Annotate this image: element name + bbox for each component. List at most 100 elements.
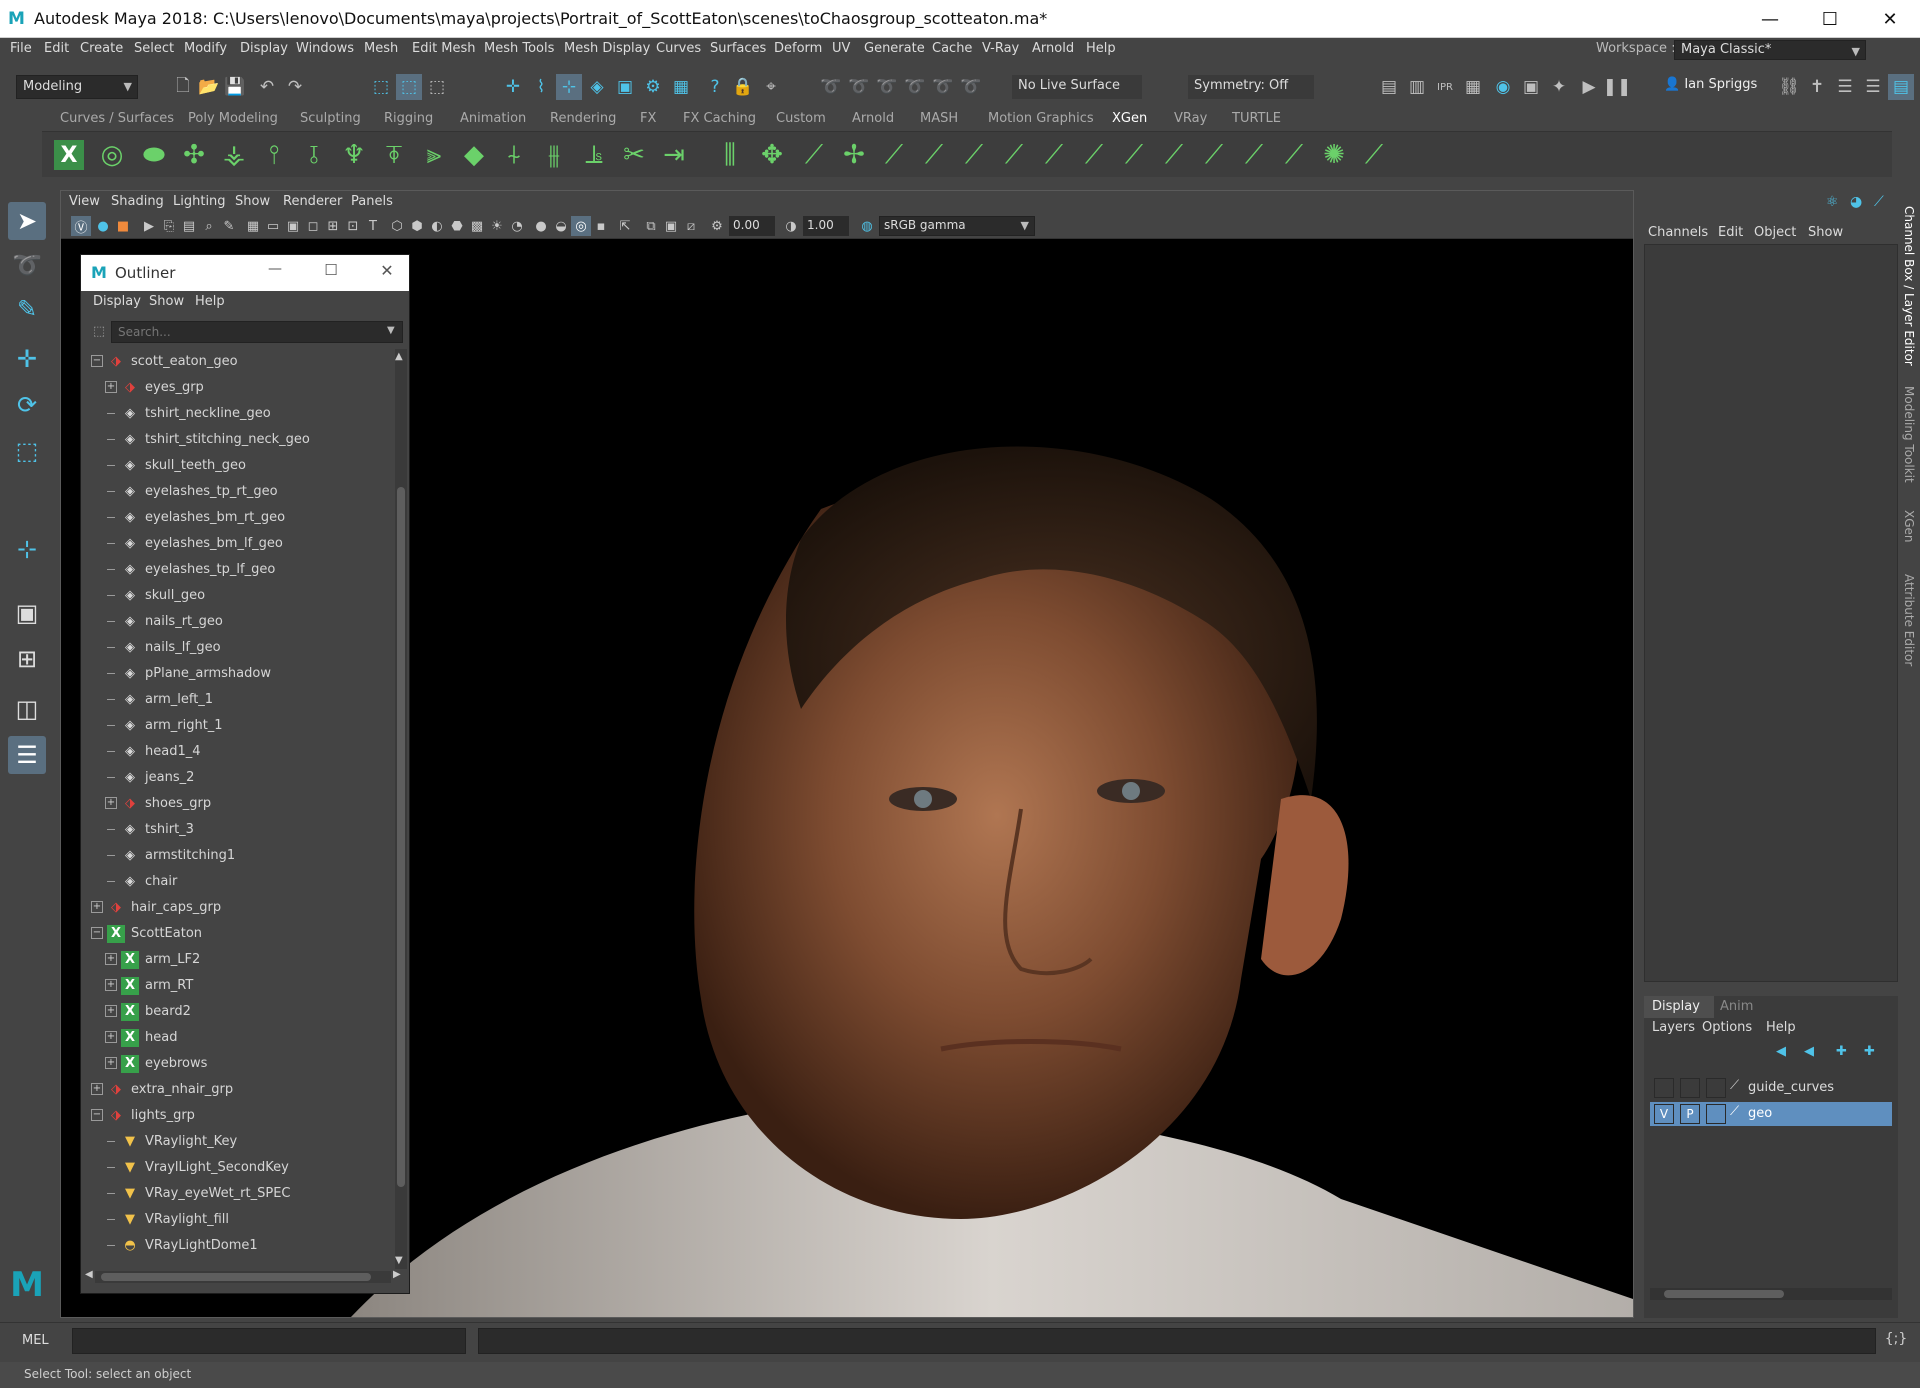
outliner-window[interactable]: M Outliner — ☐ ✕ Display Show Help ⬚ ▼ −… (80, 254, 410, 1294)
scale-tool-icon[interactable]: ⬚ (8, 432, 46, 470)
shelf-tab-animation[interactable]: Animation (460, 111, 526, 126)
snap-point-icon[interactable]: ⊹ (556, 74, 582, 100)
xgen-description-icon[interactable]: ⬬ (136, 137, 172, 173)
rotate-tool-icon[interactable]: ⟳ (8, 386, 46, 424)
xgen-freeze-brush-icon[interactable]: ⟋ (1156, 137, 1192, 173)
xgen-guide-icon[interactable]: ⫱ (296, 137, 332, 173)
viewport-menu-renderer[interactable]: Renderer (283, 194, 342, 209)
xgen-lock-guide-icon[interactable]: ⍕ (376, 137, 412, 173)
xgen-width-brush-icon[interactable]: ⟋ (1236, 137, 1272, 173)
menu-help[interactable]: Help (1086, 41, 1116, 56)
anti-aliasing-icon[interactable]: ◒ (551, 216, 571, 236)
menu-edit-mesh[interactable]: Edit Mesh (412, 41, 476, 56)
shelf-tab-curves-surfaces[interactable]: Curves / Surfaces (60, 111, 174, 126)
vray-ipr-icon[interactable]: ✦ (1546, 74, 1572, 100)
script-editor-icon[interactable]: {;} (1884, 1331, 1908, 1353)
menu-file[interactable]: File (10, 41, 32, 56)
outliner-minimize-button[interactable]: — (255, 261, 295, 285)
render-settings-icon[interactable]: ▦ (1460, 74, 1486, 100)
render-frame-icon[interactable]: ▥ (1404, 74, 1430, 100)
paint-select-tool-icon[interactable]: ✎ (8, 290, 46, 328)
select-component-icon[interactable]: ⬚ (424, 74, 450, 100)
outliner-item[interactable]: ◈ eyelashes_tp_lf_geo (81, 557, 393, 583)
vray-camera-icon[interactable]: Ⓥ (71, 216, 91, 236)
outliner-item[interactable]: + ⬗ extra_nhair_grp (81, 1077, 393, 1103)
xgen-comb-brush-icon[interactable]: ⟋ (916, 137, 952, 173)
side-tab-modeling-toolkit[interactable]: Modeling Toolkit (1902, 386, 1916, 483)
xgen-sculpt-guide-icon[interactable]: ♆ (336, 137, 372, 173)
layer-visibility-toggle[interactable] (1654, 1078, 1674, 1098)
wireframe-icon[interactable]: ⬡ (387, 216, 407, 236)
xgen-comb-icon[interactable]: ⫸ (416, 137, 452, 173)
menu-windows[interactable]: Windows (296, 41, 354, 56)
menu-surfaces[interactable]: Surfaces (710, 41, 766, 56)
menu-mesh[interactable]: Mesh (364, 41, 398, 56)
motion-blur-icon[interactable]: ● (531, 216, 551, 236)
outliner-menu-help[interactable]: Help (195, 294, 225, 309)
menu-select[interactable]: Select (134, 41, 174, 56)
side-tab-attribute-editor[interactable]: Attribute Editor (1902, 574, 1916, 666)
film-gate-icon[interactable]: ▭ (263, 216, 283, 236)
snap-view-icon[interactable]: ◈ (584, 74, 610, 100)
hypershade-icon[interactable]: ◉ (1490, 74, 1516, 100)
outliner-item[interactable]: ▼ VRaylight_Key (81, 1129, 393, 1155)
scroll-down-icon[interactable]: ▼ (395, 1255, 403, 1266)
viewport-menu-shading[interactable]: Shading (111, 194, 164, 209)
bookmark-icon[interactable]: ⎘ (159, 216, 179, 236)
channel-object-menu[interactable]: Object (1754, 225, 1796, 240)
four-view-layout-icon[interactable]: ⊞ (8, 640, 46, 678)
menu-mesh-display[interactable]: Mesh Display (564, 41, 650, 56)
grid-icon[interactable]: ▦ (243, 216, 263, 236)
lasso-icon[interactable]: ➰ (818, 74, 844, 100)
outliner-item[interactable]: ◈ skull_geo (81, 583, 393, 609)
lasso-tool-icon[interactable]: ➰ (8, 246, 46, 284)
vray-ipr-icon[interactable]: ▶ (1576, 74, 1602, 100)
outliner-scroll-thumb[interactable] (397, 487, 405, 1187)
expand-icon[interactable]: + (105, 1005, 117, 1017)
screen-space-ao-icon[interactable]: ◔ (507, 216, 527, 236)
outliner-item[interactable]: + ⬗ hair_caps_grp (81, 895, 393, 921)
xgen-brush-icon[interactable]: ⟋ (876, 137, 912, 173)
layers-menu[interactable]: Layers (1652, 1020, 1695, 1035)
expand-icon[interactable]: + (91, 1083, 103, 1095)
side-tab-xgen[interactable]: XGen (1902, 510, 1916, 543)
tweak-icon[interactable]: ➰ (902, 74, 928, 100)
xgen-cut-icon[interactable]: ✂ (616, 137, 652, 173)
new-layer-icon[interactable]: ✚ (1836, 1044, 1847, 1059)
collapse-icon[interactable]: − (91, 927, 103, 939)
xgen-grab-brush-icon[interactable]: ⟋ (956, 137, 992, 173)
snap-curve-icon[interactable]: ⌇ (528, 74, 554, 100)
expand-icon[interactable]: + (105, 1031, 117, 1043)
layer-row-geo[interactable]: V P ⟋ geo (1650, 1102, 1892, 1126)
shelf-tab-fx-caching[interactable]: FX Caching (683, 111, 756, 126)
outliner-item[interactable]: ◈ eyelashes_tp_rt_geo (81, 479, 393, 505)
marquee-icon[interactable]: ➰ (930, 74, 956, 100)
xgen-groom-icon[interactable]: ⚶ (216, 137, 252, 173)
undo-icon[interactable]: ↶ (254, 74, 280, 100)
reflection-icon[interactable]: ➰ (874, 74, 900, 100)
outliner-maximize-button[interactable]: ☐ (311, 261, 351, 285)
expand-icon[interactable]: + (105, 1057, 117, 1069)
menu-deform[interactable]: Deform (774, 41, 822, 56)
xgen-place-guide-icon[interactable]: ⫯ (256, 137, 292, 173)
outliner-menu-show[interactable]: Show (149, 294, 184, 309)
shelf-tab-motion-graphics[interactable]: Motion Graphics (988, 111, 1094, 126)
xgen-select-brush-icon[interactable]: ⟋ (1276, 137, 1312, 173)
minimize-button[interactable]: — (1740, 0, 1800, 38)
shelf-tab-rendering[interactable]: Rendering (550, 111, 616, 126)
menu-uv[interactable]: UV (832, 41, 850, 56)
vray-vfb-icon[interactable]: ▣ (1518, 74, 1544, 100)
outliner-title-bar[interactable]: M Outliner — ☐ ✕ (81, 255, 409, 291)
move-layer-down-icon[interactable]: ◀ (1804, 1044, 1814, 1059)
xgen-width-icon[interactable]: ⫵ (536, 137, 572, 173)
layer-help-menu[interactable]: Help (1766, 1020, 1796, 1035)
gamma-icon[interactable]: ◑ (781, 216, 801, 236)
viewport-menu-lighting[interactable]: Lighting (173, 194, 226, 209)
side-tab-channel-box[interactable]: Channel Box / Layer Editor (1902, 206, 1916, 366)
outliner-item[interactable]: ◈ armstitching1 (81, 843, 393, 869)
menu-set-dropdown[interactable]: Modeling ▼ (16, 75, 138, 99)
outliner-layout-icon[interactable]: ☰ (8, 736, 46, 774)
shelf-tab-vray[interactable]: VRay (1174, 111, 1207, 126)
xray-joints-icon[interactable]: ⇱ (615, 216, 635, 236)
collapse-icon[interactable]: − (91, 355, 103, 367)
